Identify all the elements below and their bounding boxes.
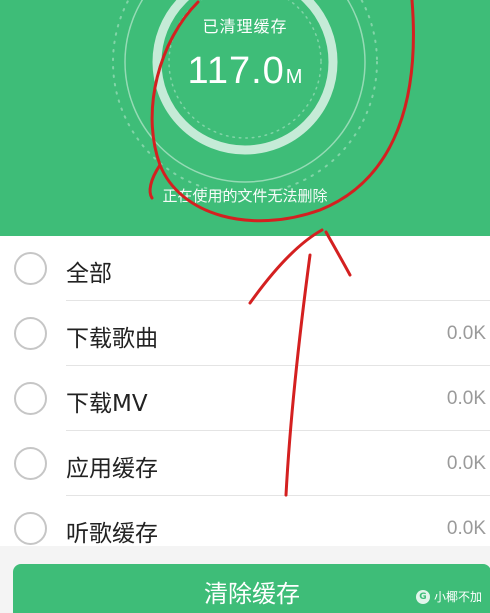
cache-item-all[interactable]: 全部 bbox=[0, 236, 490, 301]
radio-button[interactable] bbox=[14, 512, 47, 545]
cleaned-size-unit: M bbox=[285, 66, 303, 88]
radio-button[interactable] bbox=[14, 382, 47, 415]
cleaned-size-value: 117.0 bbox=[187, 50, 285, 92]
cache-item-size: 0.0K bbox=[446, 388, 486, 409]
cache-item-label: 听歌缓存 bbox=[66, 521, 158, 547]
in-use-files-note: 正在使用的文件无法删除 bbox=[162, 187, 328, 205]
cleanup-summary-header: 已清理缓存 117.0M 正在使用的文件无法删除 bbox=[0, 0, 490, 236]
cache-item-label: 全部 bbox=[66, 261, 112, 287]
cache-item-label: 下载MV bbox=[66, 391, 148, 417]
cache-item-size: 0.0K bbox=[446, 323, 486, 344]
cache-category-list: 全部 下载歌曲 0.0K 下载MV 0.0K 应用缓存 0.0K 听歌缓存 0.… bbox=[0, 236, 490, 547]
watermark-logo-icon: G bbox=[415, 589, 430, 604]
cleaned-cache-label: 已清理缓存 bbox=[202, 17, 288, 36]
cache-item-label: 下载歌曲 bbox=[66, 326, 158, 352]
radio-button[interactable] bbox=[14, 252, 47, 285]
cache-item-app-cache[interactable]: 应用缓存 0.0K bbox=[0, 431, 490, 496]
cache-item-downloaded-mv[interactable]: 下载MV 0.0K bbox=[0, 366, 490, 431]
watermark-text: 小椰不加 bbox=[433, 590, 482, 604]
cache-item-size: 0.0K bbox=[446, 518, 486, 539]
cache-item-size: 0.0K bbox=[446, 453, 486, 474]
bottom-bar: 清除缓存 G 小椰不加 bbox=[0, 546, 490, 613]
cache-item-downloaded-songs[interactable]: 下载歌曲 0.0K bbox=[0, 301, 490, 366]
radio-button[interactable] bbox=[14, 447, 47, 480]
radio-button[interactable] bbox=[14, 317, 47, 350]
cache-item-label: 应用缓存 bbox=[66, 456, 158, 482]
cleaned-size: 117.0M bbox=[0, 50, 490, 93]
watermark: G 小椰不加 bbox=[415, 588, 482, 605]
